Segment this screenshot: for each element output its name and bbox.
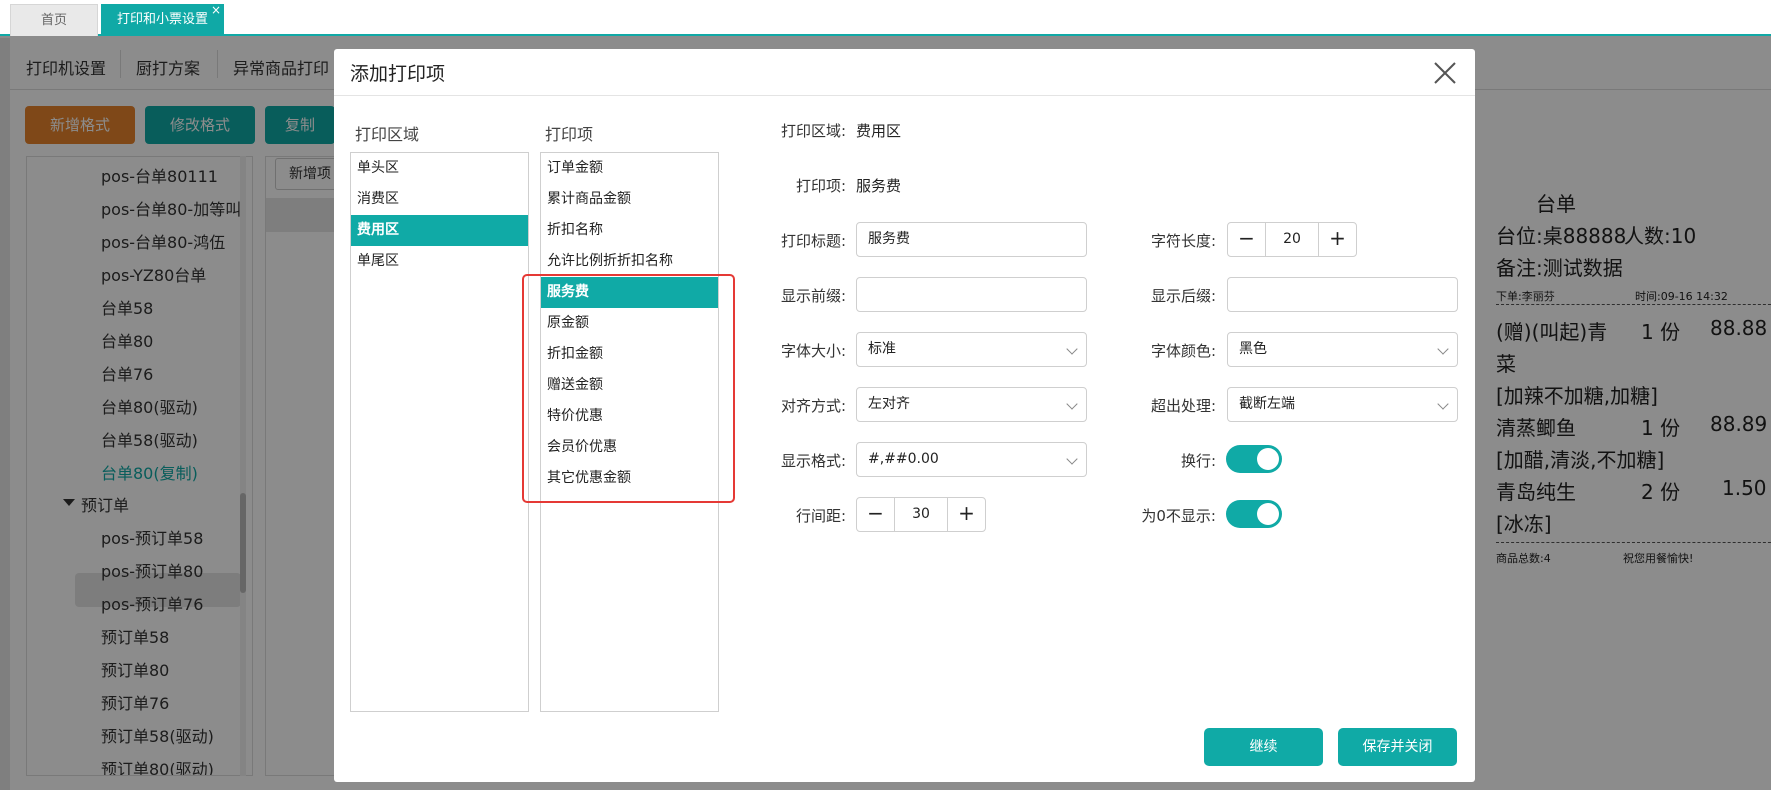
minus-icon[interactable]: − [1228, 223, 1265, 256]
tab-print-settings-label: 打印和小票设置 [116, 12, 208, 27]
font-color-select[interactable]: 黑色 [1227, 332, 1458, 367]
toggle-knob [1257, 448, 1279, 470]
font-color-label: 字体颜色: [1150, 342, 1216, 360]
hide-zero-label: 为0不显示: [1141, 507, 1216, 525]
chevron-down-icon [1437, 398, 1449, 410]
line-spacing-value[interactable]: 30 [894, 498, 948, 531]
print-area-column-title: 打印区域 [355, 125, 420, 144]
item-value: 服务费 [856, 177, 902, 195]
char-length-value[interactable]: 20 [1265, 223, 1319, 256]
font-size-label: 字体大小: [780, 342, 846, 360]
suffix-input[interactable] [1227, 277, 1458, 312]
minus-icon[interactable]: − [857, 498, 894, 531]
wrap-toggle[interactable] [1226, 445, 1282, 473]
font-color-value: 黑色 [1239, 341, 1267, 357]
format-label: 显示格式: [780, 452, 846, 470]
close-icon[interactable] [1431, 59, 1459, 87]
tab-home[interactable]: 首页 [10, 4, 98, 36]
overflow-label: 超出处理: [1150, 397, 1216, 415]
top-tab-bar: 首页 打印和小票设置 × [0, 0, 1771, 36]
plus-icon[interactable]: + [1319, 223, 1356, 256]
print-area-item[interactable]: 消费区 [351, 184, 528, 215]
prefix-input[interactable] [856, 277, 1087, 312]
char-length-label: 字符长度: [1150, 232, 1216, 250]
font-size-value: 标准 [868, 341, 896, 357]
chevron-down-icon [1066, 398, 1078, 410]
format-value: #,##0.00 [868, 451, 939, 467]
print-area-list: 单头区 消费区 费用区 单尾区 [350, 152, 529, 712]
dialog-header: 添加打印项 [334, 49, 1475, 96]
line-spacing-label: 行间距: [795, 507, 846, 525]
print-area-item[interactable]: 单头区 [351, 153, 528, 184]
prefix-label: 显示前缀: [780, 287, 846, 305]
char-length-stepper: − 20 + [1227, 222, 1357, 257]
hide-zero-toggle[interactable] [1226, 500, 1282, 528]
item-label: 打印项: [795, 177, 846, 195]
font-size-select[interactable]: 标准 [856, 332, 1087, 367]
chevron-down-icon [1066, 343, 1078, 355]
print-item[interactable]: 折扣名称 [541, 215, 718, 246]
print-item-column-title: 打印项 [545, 125, 594, 144]
chevron-down-icon [1437, 343, 1449, 355]
line-spacing-stepper: − 30 + [856, 497, 986, 532]
area-label: 打印区域: [780, 122, 846, 140]
align-label: 对齐方式: [780, 397, 846, 415]
wrap-label: 换行: [1180, 452, 1216, 470]
print-item[interactable]: 订单金额 [541, 153, 718, 184]
plus-icon[interactable]: + [948, 498, 985, 531]
print-item[interactable]: 累计商品金额 [541, 184, 718, 215]
tab-close-icon[interactable]: × [211, 0, 221, 26]
area-value: 费用区 [856, 122, 902, 140]
suffix-label: 显示后缀: [1150, 287, 1216, 305]
dialog-title: 添加打印项 [350, 63, 446, 85]
overflow-select[interactable]: 截断左端 [1227, 387, 1458, 422]
chevron-down-icon [1066, 453, 1078, 465]
format-select[interactable]: #,##0.00 [856, 442, 1087, 477]
title-label: 打印标题: [780, 232, 846, 250]
print-area-item[interactable]: 单尾区 [351, 246, 528, 277]
print-item[interactable]: 允许比例折折扣名称 [541, 246, 718, 277]
continue-button[interactable]: 继续 [1204, 728, 1323, 766]
toggle-knob [1257, 503, 1279, 525]
save-and-close-button[interactable]: 保存并关闭 [1338, 728, 1457, 766]
align-value: 左对齐 [868, 396, 910, 412]
align-select[interactable]: 左对齐 [856, 387, 1087, 422]
highlight-annotation-box [522, 274, 735, 503]
print-area-item-selected[interactable]: 费用区 [351, 215, 528, 246]
tab-print-settings[interactable]: 打印和小票设置 × [101, 3, 224, 36]
overflow-value: 截断左端 [1239, 396, 1295, 412]
title-input[interactable]: 服务费 [856, 222, 1087, 257]
